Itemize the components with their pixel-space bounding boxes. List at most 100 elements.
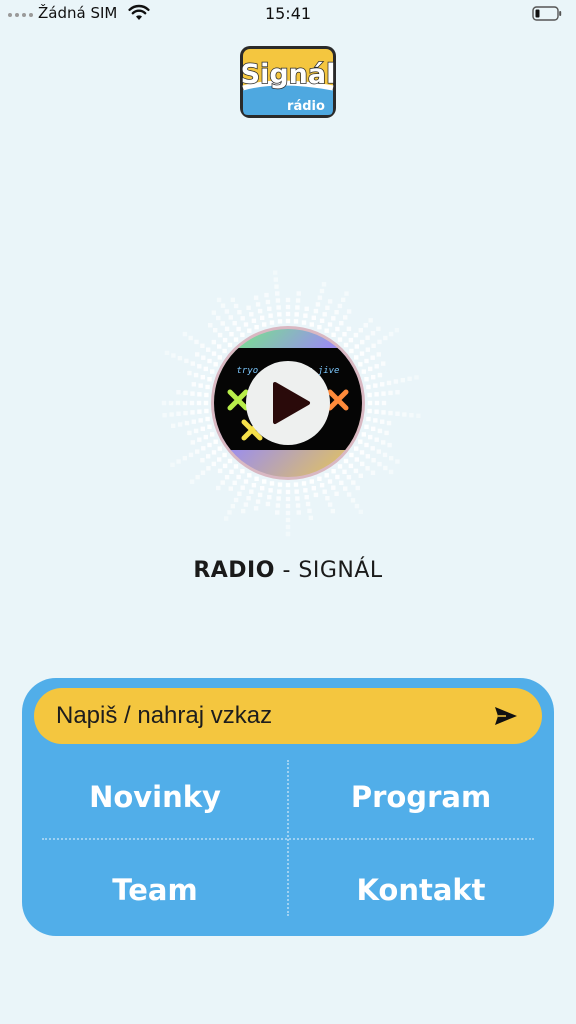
visualizer-segment	[376, 352, 381, 357]
visualizer-segment	[267, 306, 272, 311]
visualizer-segment	[190, 440, 195, 445]
visualizer-segment	[188, 335, 193, 341]
logo-main-text: Signál	[241, 59, 336, 90]
visualizer-segment	[308, 515, 313, 520]
visualizer-segment	[216, 485, 221, 491]
visualizer-segment	[325, 496, 330, 501]
visualizer-segment	[388, 410, 393, 416]
visualizer-segment	[205, 384, 210, 390]
visualizer-segment	[230, 297, 235, 302]
visualizer-segment	[229, 332, 234, 337]
visualizer-segment	[285, 311, 291, 317]
visualizer-segment	[342, 469, 347, 474]
visualizer-segment	[388, 331, 394, 337]
visualizer-segment	[354, 503, 360, 509]
menu-item-team[interactable]: Team	[22, 843, 288, 936]
visualizer-segment	[217, 446, 222, 451]
visualizer-segment	[207, 424, 212, 429]
visualizer-segment	[184, 358, 189, 364]
visualizer-segment	[327, 479, 333, 484]
visualizer-segment	[170, 462, 175, 467]
visualizer-segment	[243, 322, 249, 327]
visualizer-segment	[317, 476, 322, 481]
visualizer-segment	[208, 323, 213, 328]
visualizer-segment	[260, 315, 265, 320]
play-button[interactable]	[246, 361, 330, 445]
visualizer-segment	[380, 419, 385, 424]
visualizer-segment	[275, 291, 280, 296]
visualizer-segment	[249, 489, 254, 494]
menu-item-program[interactable]: Program	[288, 750, 554, 843]
visualizer-segment	[224, 475, 230, 480]
visualizer-segment	[189, 479, 195, 484]
visualizer-segment	[355, 485, 360, 491]
visualizer-segment	[395, 411, 400, 416]
visualizer-segment	[207, 358, 212, 364]
visualizer-segment	[240, 332, 245, 337]
menu-item-news[interactable]: Novinky	[22, 750, 288, 843]
visualizer-segment	[319, 483, 325, 488]
visualizer-segment	[204, 408, 209, 414]
visualizer-segment	[295, 298, 301, 303]
visualizer-segment	[187, 370, 192, 376]
visualizer-segment	[220, 480, 225, 485]
visualizer-segment	[236, 326, 241, 332]
visualizer-segment	[184, 420, 190, 426]
visualizer-segment	[343, 342, 349, 348]
visualizer-segment	[217, 457, 222, 462]
visualizer-segment	[346, 475, 352, 480]
visualizer-segment	[361, 432, 366, 437]
visualizer-segment	[260, 486, 265, 491]
visualizer-segment	[203, 434, 208, 440]
send-icon	[495, 707, 517, 725]
visualizer-segment	[339, 480, 344, 485]
visualizer-segment	[268, 488, 273, 493]
visualizer-segment	[264, 292, 269, 298]
visualizer-segment	[367, 400, 373, 406]
visualizer-segment	[203, 366, 208, 372]
visualizer-segment	[277, 482, 283, 487]
visualizer-segment	[276, 496, 281, 501]
visualizer-segment	[370, 331, 376, 336]
visualizer-segment	[265, 501, 271, 507]
visualizer-segment	[206, 454, 211, 459]
visualizer-segment	[243, 479, 249, 484]
visualizer-segment	[196, 400, 202, 406]
visualizer-segment	[354, 446, 359, 451]
visualizer-segment	[203, 400, 209, 406]
visualizer-segment	[361, 369, 366, 374]
visualizer-segment	[367, 408, 372, 414]
visualizer-segment	[370, 470, 376, 475]
visualizer-segment	[376, 326, 381, 331]
visualizer-segment	[257, 308, 263, 314]
visualizer-segment	[262, 322, 267, 327]
visualizer-segment	[164, 350, 170, 356]
visualizer-segment	[254, 325, 259, 330]
visualizer-segment	[327, 322, 333, 327]
visualizer-segment	[193, 428, 199, 434]
visualizer-segment	[224, 326, 230, 331]
visualizer-segment	[381, 440, 386, 445]
visualizer-segment	[200, 470, 206, 475]
visualizer-segment	[353, 332, 359, 338]
visualizer-segment	[197, 409, 202, 414]
visualizer-segment	[233, 337, 239, 342]
visualizer-segment	[366, 384, 371, 390]
visualizer-segment	[253, 295, 259, 300]
visualizer-segment	[228, 486, 233, 491]
menu-grid: Novinky Program Team Kontakt	[22, 750, 554, 936]
visualizer-segment	[233, 464, 239, 469]
visualizer-segment	[331, 316, 336, 321]
visualizer-segment	[247, 473, 252, 478]
visualizer-segment	[246, 496, 251, 501]
visualizer-segment	[247, 328, 252, 333]
menu-item-contact[interactable]: Kontakt	[288, 843, 554, 936]
visualizer-segment	[241, 508, 246, 514]
visualizer-segment	[324, 328, 329, 333]
visualizer-segment	[232, 321, 237, 326]
visualizer-segment	[331, 485, 336, 490]
visualizer-segment	[228, 315, 233, 320]
message-button[interactable]: Napiš / nahraj vzkaz	[34, 688, 542, 744]
visualizer-segment	[317, 325, 322, 330]
visualizer-segment	[322, 312, 327, 317]
